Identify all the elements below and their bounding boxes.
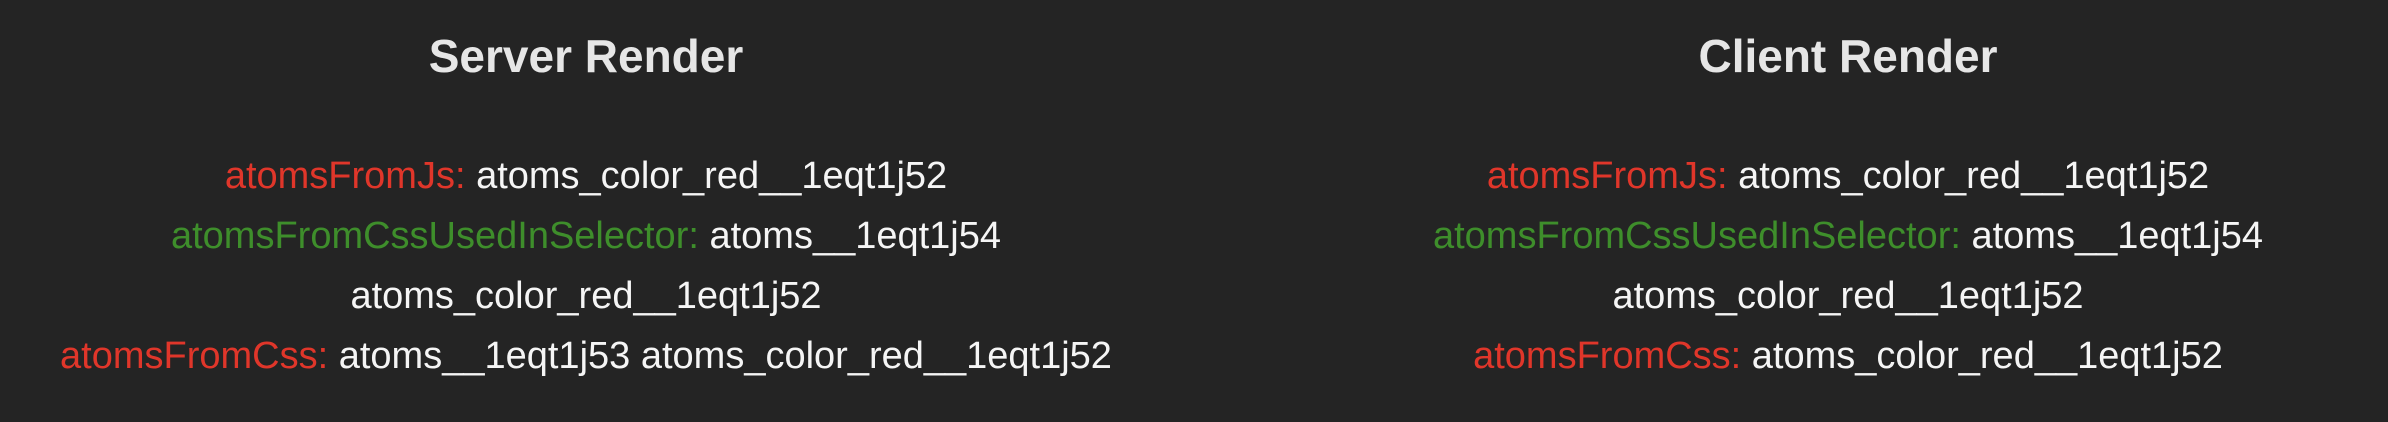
server-value-atoms-from-css-used-in-selector: atoms__1eqt1j54 [698, 215, 1002, 257]
client-render-rows: atomsFromJs: atoms_color_red__1eqt1j52 a… [1262, 150, 2388, 390]
client-value-atoms-from-css: atoms_color_red__1eqt1j52 [1741, 335, 2223, 377]
client-row-continuation: atoms_color_red__1eqt1j52 [1262, 270, 2388, 330]
server-value-atoms-from-css: atoms__1eqt1j53 atoms_color_red__1eqt1j5… [328, 335, 1112, 377]
client-key-atoms-from-js: atomsFromJs: [1486, 155, 1728, 197]
client-row-atoms-from-js: atomsFromJs: atoms_color_red__1eqt1j52 [1262, 150, 2388, 210]
client-value-atoms-from-js: atoms_color_red__1eqt1j52 [1727, 155, 2210, 197]
server-render-rows: atomsFromJs: atoms_color_red__1eqt1j52 a… [0, 150, 1172, 390]
client-key-atoms-from-css: atomsFromCss: [1473, 335, 1742, 377]
server-key-atoms-from-css: atomsFromCss: [60, 335, 329, 377]
server-value-continuation: atoms_color_red__1eqt1j52 [350, 275, 822, 317]
server-row-atoms-from-css: atomsFromCss: atoms__1eqt1j53 atoms_colo… [0, 330, 1172, 390]
client-value-continuation: atoms_color_red__1eqt1j52 [1612, 275, 2084, 317]
client-value-atoms-from-css-used-in-selector: atoms__1eqt1j54 [1960, 215, 2264, 257]
server-row-atoms-from-css-used-in-selector: atomsFromCssUsedInSelector: atoms__1eqt1… [0, 210, 1172, 270]
client-row-atoms-from-css-used-in-selector: atomsFromCssUsedInSelector: atoms__1eqt1… [1262, 210, 2388, 270]
client-key-atoms-from-css-used-in-selector: atomsFromCssUsedInSelector: [1432, 215, 1961, 257]
client-row-atoms-from-css: atomsFromCss: atoms_color_red__1eqt1j52 [1262, 330, 2388, 390]
server-key-atoms-from-css-used-in-selector: atomsFromCssUsedInSelector: [170, 215, 699, 257]
server-key-atoms-from-js: atomsFromJs: [224, 155, 466, 197]
server-render-title: Server Render [428, 30, 744, 82]
page: Server Render atomsFromJs: atoms_color_r… [0, 0, 2388, 422]
client-render-title: Client Render [1698, 30, 1998, 82]
server-row-continuation: atoms_color_red__1eqt1j52 [0, 270, 1172, 330]
server-value-atoms-from-js: atoms_color_red__1eqt1j52 [465, 155, 948, 197]
server-row-atoms-from-js: atomsFromJs: atoms_color_red__1eqt1j52 [0, 150, 1172, 210]
